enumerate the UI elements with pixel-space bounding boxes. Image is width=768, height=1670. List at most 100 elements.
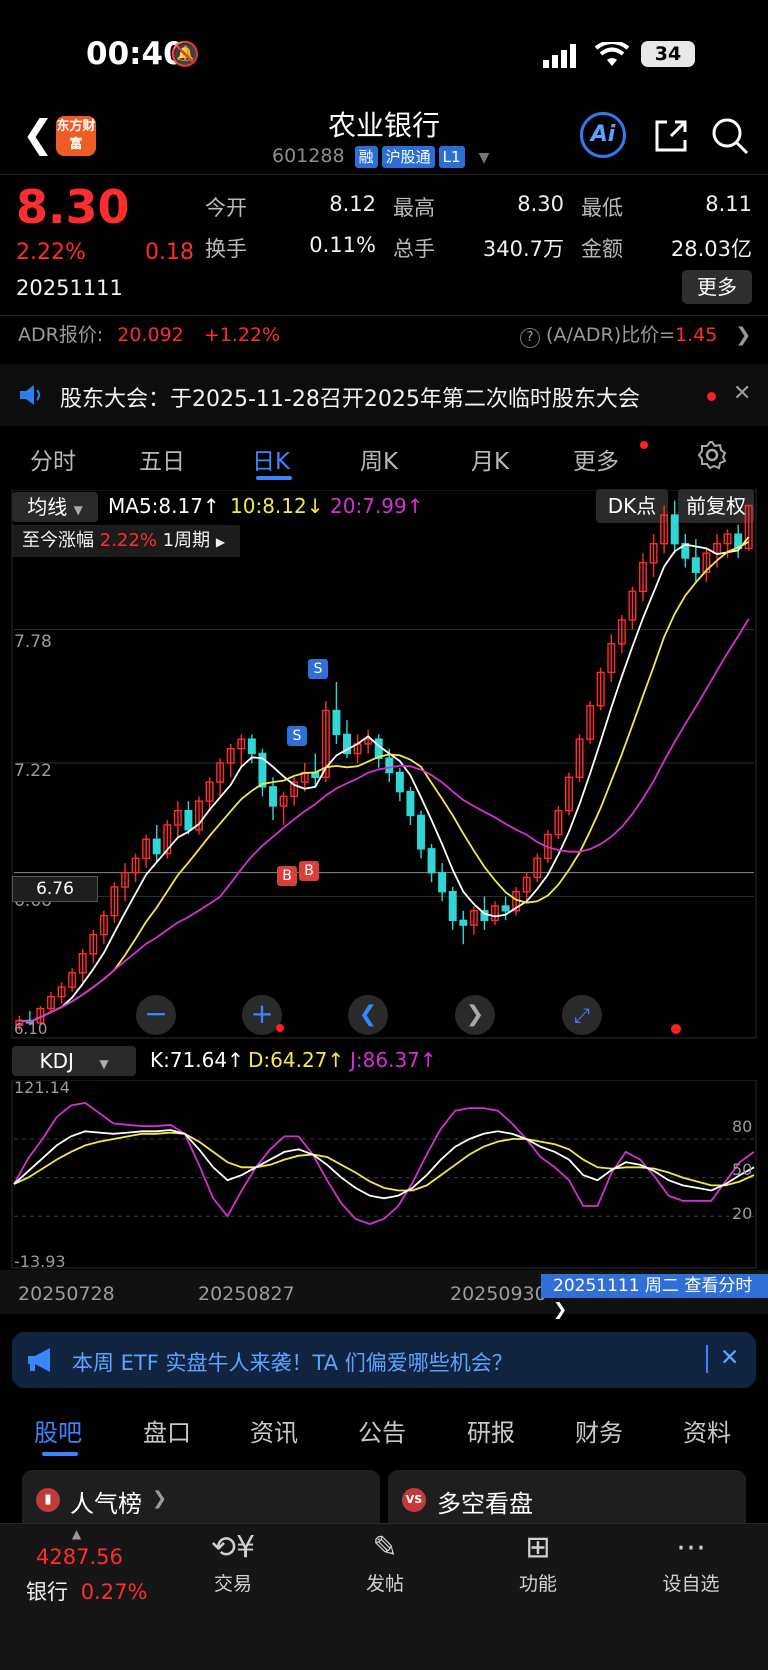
low-value: 8.11 [705,192,752,216]
ma-lines [19,536,750,1023]
candlestick-chart[interactable] [0,490,768,1045]
adr-change: +1.22% [203,324,281,346]
megaphone-icon [26,1347,56,1377]
close-icon[interactable]: ✕ [733,381,751,406]
kdj-frame [11,1080,757,1269]
nav-add-watchlist-label: 设自选 [662,1573,720,1595]
fullscreen-icon[interactable]: ⤢ [562,995,602,1035]
chevron-right-icon[interactable]: ❯ [455,995,495,1035]
nav-add-watchlist[interactable]: ⋯ 设自选 [651,1530,731,1596]
sector-index-row[interactable]: 银行 0.27% [26,1576,147,1606]
edit-icon: ✎ [372,1530,398,1565]
volume-value: 340.7万 [482,237,564,261]
adr-price: 20.092 [117,324,184,346]
candle-body [152,838,161,855]
amount-label: 金额 [581,237,623,261]
adr-ratio-value: 1.45 [675,324,718,346]
adr-ratio-label: (A/ADR)比价= [546,324,676,346]
indicator-select[interactable]: KDJ ▼ [12,1046,136,1076]
zoom-out-button[interactable]: − [136,995,176,1035]
caret-up-icon: ▲ [72,1527,82,1541]
header-divider [0,174,768,175]
tab-finance[interactable]: 财务 [575,1413,623,1448]
sell-marker[interactable]: S [308,659,328,679]
active-bottom-tab-indicator [42,1452,78,1456]
signal-icon [543,44,579,72]
stock-code: 601288 [272,145,345,167]
candle-body [406,790,415,817]
buy-marker[interactable]: B [299,861,319,881]
turnover-value: 0.11% [309,233,376,257]
chevron-left-icon[interactable]: ❮ [348,995,388,1035]
sell-marker[interactable]: S [287,726,307,746]
close-icon[interactable]: ✕ [720,1345,739,1371]
chevron-right-icon: ❯ [735,324,752,346]
nav-post[interactable]: ✎ 发帖 [345,1530,425,1596]
tab-weekly-k[interactable]: 周K [360,442,398,476]
tab-announcements[interactable]: 公告 [358,1413,406,1448]
status-bar: 00:40 🔕 34 [0,0,768,100]
kdj-j-value: J:86.37↑ [350,1048,437,1072]
candles [15,500,753,1030]
candle-body [459,919,468,926]
change-amount: 0.18 [145,240,194,265]
date-tick: 20250930 [450,1283,547,1305]
help-icon[interactable]: ? [520,328,540,348]
nav-post-label: 发帖 [365,1573,404,1595]
tab-monthly-k[interactable]: 月K [471,442,509,476]
kdj-j-line [13,1101,755,1225]
candle-body [417,814,425,850]
more-button[interactable]: 更多 [682,270,752,304]
tab-orderbook[interactable]: 盘口 [143,1413,191,1448]
indicator-label: KDJ [39,1049,74,1073]
tab-more[interactable]: 更多 [573,442,619,476]
view-intraday-tip[interactable]: 20251111 周二 查看分时 ❯ [541,1274,768,1320]
quote-date: 20251111 [16,276,123,300]
high-value: 8.30 [517,192,564,216]
nav-trade[interactable]: ⟲¥ 交易 [193,1530,273,1596]
buy-marker[interactable]: B [277,866,297,886]
tab-research[interactable]: 研报 [467,1413,515,1448]
date-tick: 20250728 [18,1283,115,1305]
candle-body [691,557,700,573]
candle-body [670,514,679,545]
ma20-line [19,618,750,1023]
tab-five-day[interactable]: 五日 [139,442,185,476]
open-label: 今开 [205,196,247,220]
search-icon[interactable] [710,116,750,160]
candle-body [501,905,510,912]
settings-icon[interactable] [697,440,727,474]
kdj-d-value: D:64.27↑ [248,1048,345,1072]
chart-dot [671,1024,681,1034]
tab-intraday[interactable]: 分时 [30,442,76,476]
date-tip-text: 20251111 周二 查看分时 [553,1276,753,1296]
change-percent: 2.22% [16,240,86,265]
tag-connect: 沪股通 [381,146,435,168]
ai-button[interactable]: Ai [580,112,626,158]
candle-body [427,848,436,874]
kdj-chart[interactable] [0,1080,768,1270]
nav-functions[interactable]: ⊞ 功能 [498,1530,578,1596]
candle-body [385,757,394,774]
banner-text: 本周 ETF 实盘牛人来袭！TA 们偏爱哪些机会？ [72,1351,513,1375]
notice-text: 股东大会：于2025-11-28召开2025年第二次临时股东大会 [60,387,640,412]
adr-ratio-row[interactable]: ? (A/ADR)比价=1.45 ❯ [520,320,751,348]
sector-index-value[interactable]: 4287.56 [36,1545,123,1569]
candle-body [247,738,256,755]
dropdown-icon[interactable]: ▼ [479,150,490,166]
tab-daily-k[interactable]: 日K [252,442,290,476]
tab-news[interactable]: 资讯 [250,1413,298,1448]
banner-divider [706,1345,708,1373]
high-label: 最高 [393,196,435,220]
more-dot [640,441,648,449]
adr-label: ADR报价: [18,324,104,346]
tab-profile[interactable]: 资料 [683,1413,731,1448]
adr-row[interactable]: ADR报价: 20.092 +1.22% [18,320,280,347]
kdj-grid [11,1080,757,1269]
tab-guba[interactable]: 股吧 [34,1413,82,1448]
wifi-icon [594,40,630,72]
share-icon[interactable] [651,116,691,160]
kdj-level-80: 80 [732,1117,753,1136]
sector-name: 银行 [26,1580,68,1604]
battery-indicator: 34 [641,41,695,67]
